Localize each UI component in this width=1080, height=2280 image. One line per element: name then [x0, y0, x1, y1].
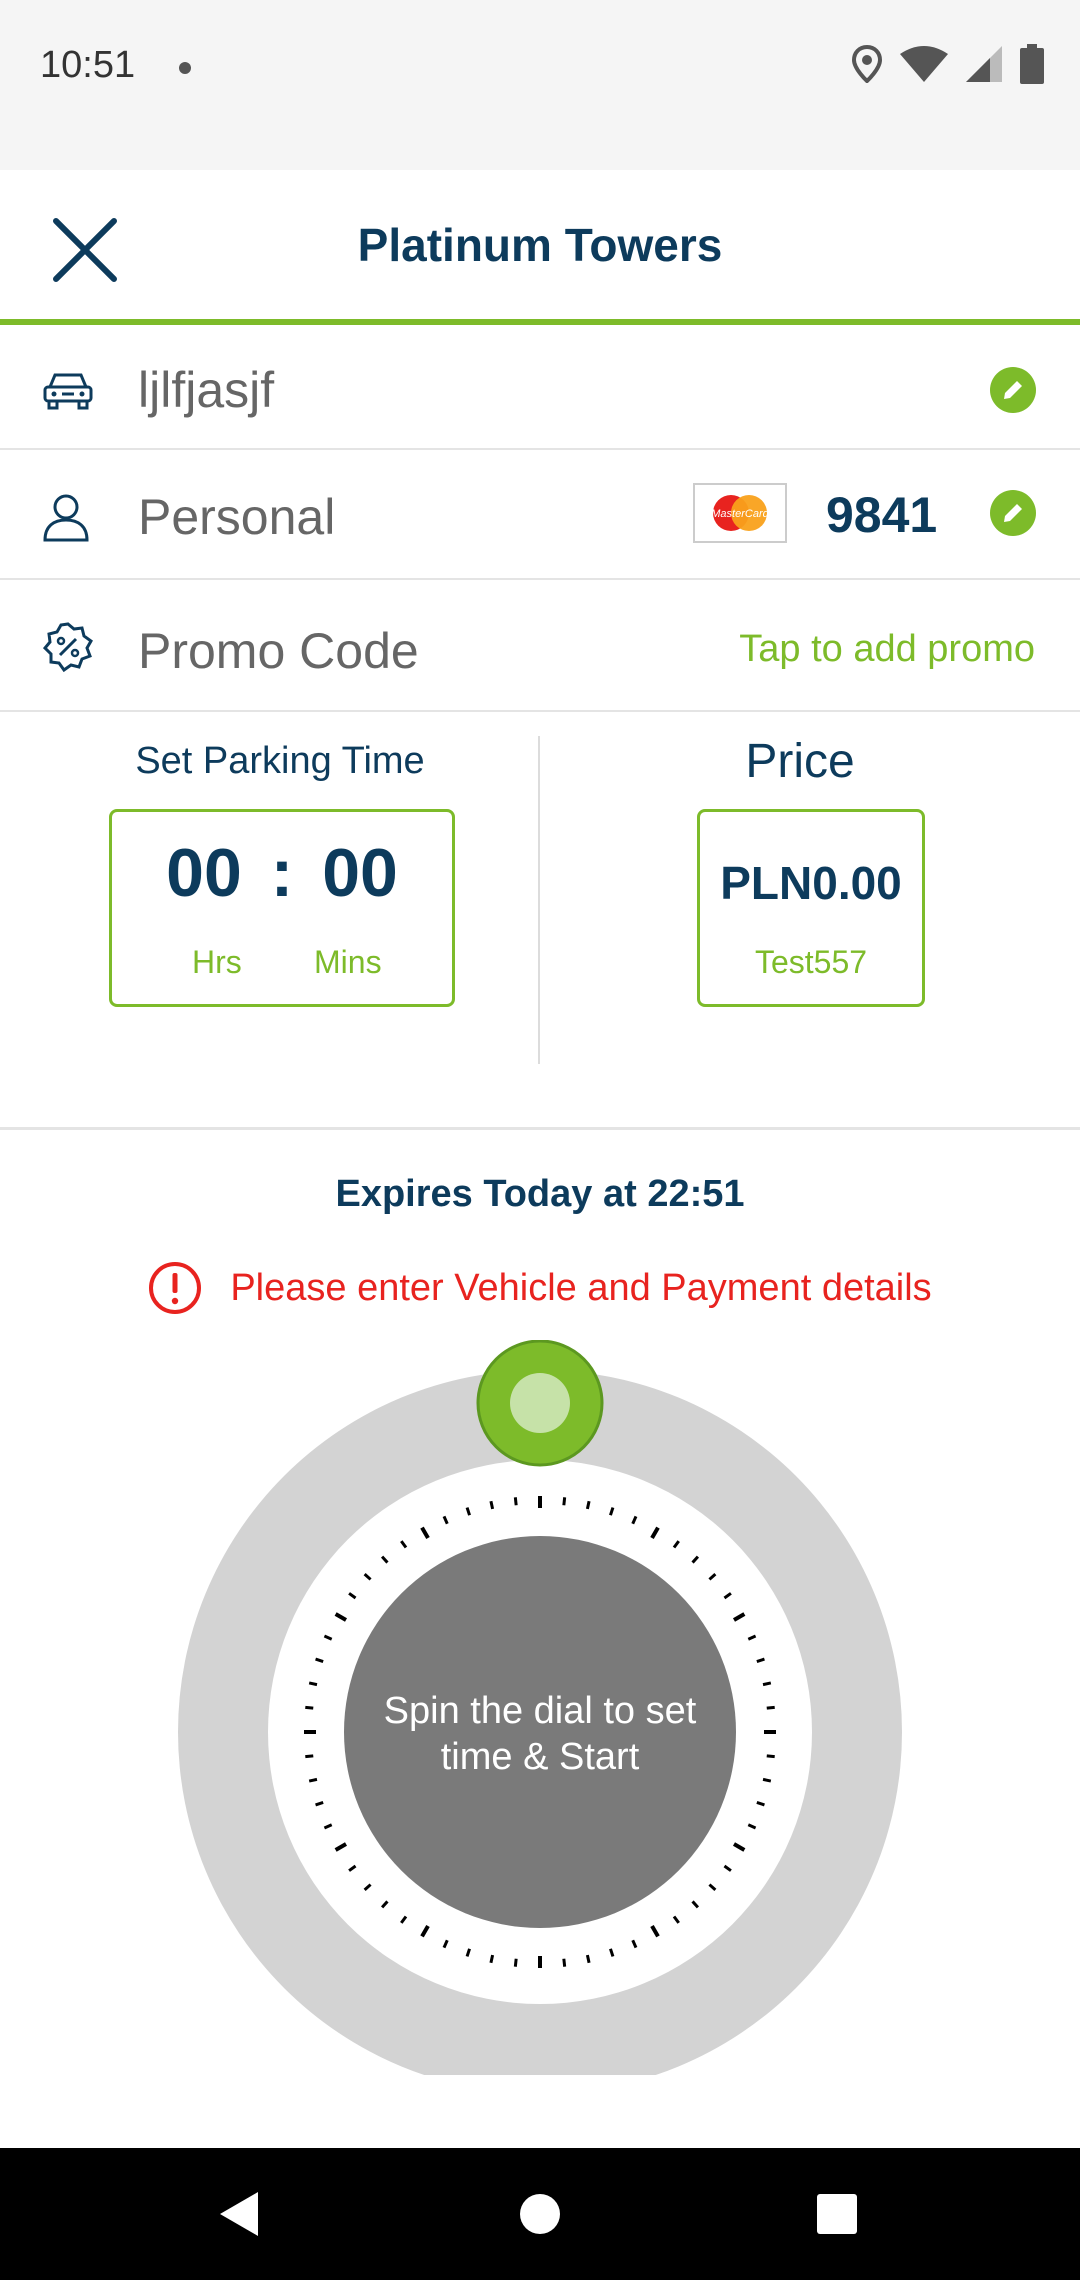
time-display: 00 : 00	[112, 834, 452, 912]
dial-tick	[513, 1497, 518, 1506]
minutes-value: 00	[322, 835, 398, 911]
parking-time-heading: Set Parking Time	[135, 740, 425, 782]
dial-handle-inner	[510, 1373, 570, 1433]
home-icon[interactable]	[519, 2193, 561, 2235]
status-icons	[852, 44, 1044, 84]
status-time: 10:51	[40, 44, 136, 86]
dial-tick	[513, 1958, 518, 1967]
dial-hint-line1: Spin the dial to set	[384, 1690, 697, 1732]
payment-row[interactable]: Personal MasterCard 9841	[0, 452, 1080, 580]
dial-tick	[562, 1958, 567, 1967]
dial-tick	[766, 1754, 775, 1759]
page-title: Platinum Towers	[357, 219, 723, 271]
parking-time-box[interactable]: 00 : 00 Hrs Mins	[109, 809, 455, 1007]
dial-tick	[489, 1500, 495, 1510]
car-icon	[43, 373, 93, 410]
warning-text: Please enter Vehicle and Payment details	[230, 1266, 932, 1309]
promo-row[interactable]: Promo Code Tap to add promo	[0, 582, 1080, 712]
mastercard-icon: MasterCard	[711, 495, 770, 531]
back-icon[interactable]	[218, 2190, 260, 2238]
payment-label: Personal	[138, 489, 336, 545]
dial-tick	[308, 1681, 318, 1687]
alert-icon	[149, 1262, 202, 1314]
user-icon	[43, 494, 89, 542]
time-dial[interactable]: Spin the dial to set time & Start	[170, 1340, 910, 2075]
warning-message: Please enter Vehicle and Payment details	[0, 1261, 1080, 1315]
dial-tick	[308, 1777, 318, 1783]
card-last4: 9841	[826, 487, 938, 543]
rate-name: Test557	[754, 944, 868, 980]
add-promo-link[interactable]: Tap to add promo	[739, 628, 1035, 671]
dial-tick	[489, 1954, 495, 1964]
dial-tick	[585, 1954, 591, 1964]
dial-center-button[interactable]	[344, 1536, 736, 1928]
dial-area: Expires Today at 22:51 Please enter Vehi…	[0, 1133, 1080, 2148]
price-heading: Price	[745, 735, 855, 788]
battery-icon	[1020, 44, 1044, 84]
pencil-icon	[1004, 381, 1022, 399]
expiry-text: Expires Today at 22:51	[335, 1173, 745, 1215]
edit-vehicle-button[interactable]	[990, 367, 1036, 413]
dial-tick	[305, 1754, 314, 1759]
parking-panel: Set Parking Time 00 : 00 Hrs Mins Price …	[0, 712, 1080, 1130]
navigation-bar	[0, 2148, 1080, 2280]
dial-tick	[762, 1777, 772, 1783]
price-box: PLN0.00 Test557	[697, 809, 925, 1007]
vehicle-row[interactable]: ljlfjasjf	[0, 331, 1080, 450]
vehicle-name: ljlfjasjf	[138, 362, 275, 418]
signal-icon	[966, 46, 1002, 82]
dial-tick	[766, 1705, 775, 1710]
card-brand-text: MasterCard	[711, 508, 769, 520]
status-bar: 10:51	[0, 0, 1080, 170]
pencil-icon	[1004, 504, 1022, 522]
location-icon	[852, 45, 882, 83]
wifi-icon	[900, 46, 948, 82]
dial-tick	[585, 1500, 591, 1510]
dial-tick	[305, 1705, 314, 1710]
header: Platinum Towers	[0, 170, 1080, 325]
dial-tick	[562, 1497, 567, 1506]
recents-icon[interactable]	[817, 2194, 857, 2234]
dial-hint-line2: time & Start	[441, 1736, 640, 1778]
dial-tick	[762, 1681, 772, 1687]
notification-dot-icon	[179, 62, 191, 74]
edit-payment-button[interactable]	[990, 490, 1036, 536]
time-separator: :	[270, 835, 294, 911]
hours-value: 00	[166, 835, 242, 911]
promo-label: Promo Code	[138, 623, 419, 679]
promo-badge-icon	[42, 622, 93, 673]
mastercard-logo: MasterCard	[693, 483, 787, 543]
price-amount: PLN0.00	[720, 857, 902, 909]
hours-label: Hrs	[192, 944, 242, 980]
minutes-label: Mins	[314, 944, 382, 980]
